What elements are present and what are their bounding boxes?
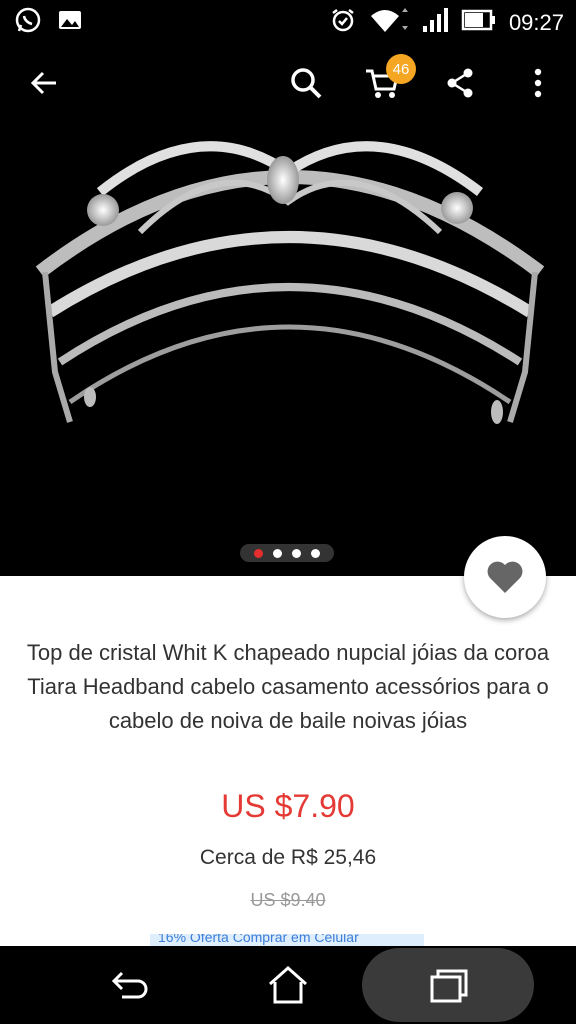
- pager-dot[interactable]: [292, 548, 301, 558]
- pager-dot[interactable]: [273, 548, 282, 558]
- wifi-icon: [369, 6, 409, 39]
- nav-home-button[interactable]: [258, 946, 318, 1024]
- approx-local-price: Cerca de R$ 25,46: [199, 846, 377, 869]
- whatsapp-icon: [14, 6, 42, 39]
- cart-button[interactable]: 46: [352, 42, 416, 124]
- status-time: 09:27: [508, 9, 564, 35]
- original-price: US $9.40: [250, 890, 326, 910]
- pager-dot-active[interactable]: [254, 548, 263, 558]
- recent-apps-icon: [430, 969, 468, 1003]
- gallery-icon: [56, 6, 84, 39]
- back-arrow-icon: [30, 71, 56, 95]
- heart-icon: [487, 561, 523, 593]
- alarm-icon: [329, 6, 357, 39]
- search-icon: [291, 68, 322, 99]
- nav-back-button[interactable]: [100, 946, 160, 1024]
- app-toolbar: 46: [0, 42, 576, 124]
- nav-recent-button[interactable]: [418, 946, 478, 1024]
- more-vert-icon: [534, 68, 542, 98]
- status-bar: 09:27: [0, 0, 576, 42]
- promo-text: 16% Oferta Comprar em Celular: [158, 934, 359, 945]
- system-nav-bar: [0, 946, 576, 1024]
- back-button[interactable]: [14, 42, 74, 124]
- product-price: US $7.90: [221, 788, 355, 824]
- share-button[interactable]: [430, 42, 490, 124]
- mobile-promo-banner[interactable]: 16% Oferta Comprar em Celular: [150, 934, 424, 946]
- signal-icon: [421, 6, 449, 39]
- product-details: Top de cristal Whit K chapeado nupcial j…: [0, 576, 576, 946]
- battery-icon: [461, 6, 497, 39]
- pager-dot[interactable]: [311, 548, 320, 558]
- home-icon: [269, 965, 307, 1004]
- wishlist-button[interactable]: [464, 536, 546, 618]
- back-icon: [111, 971, 148, 999]
- cart-count-badge: 46: [386, 54, 416, 84]
- search-button[interactable]: [276, 42, 336, 124]
- product-title: Top de cristal Whit K chapeado nupcial j…: [26, 640, 550, 733]
- more-options-button[interactable]: [508, 42, 568, 124]
- image-pager[interactable]: [240, 544, 334, 562]
- share-icon: [447, 68, 473, 98]
